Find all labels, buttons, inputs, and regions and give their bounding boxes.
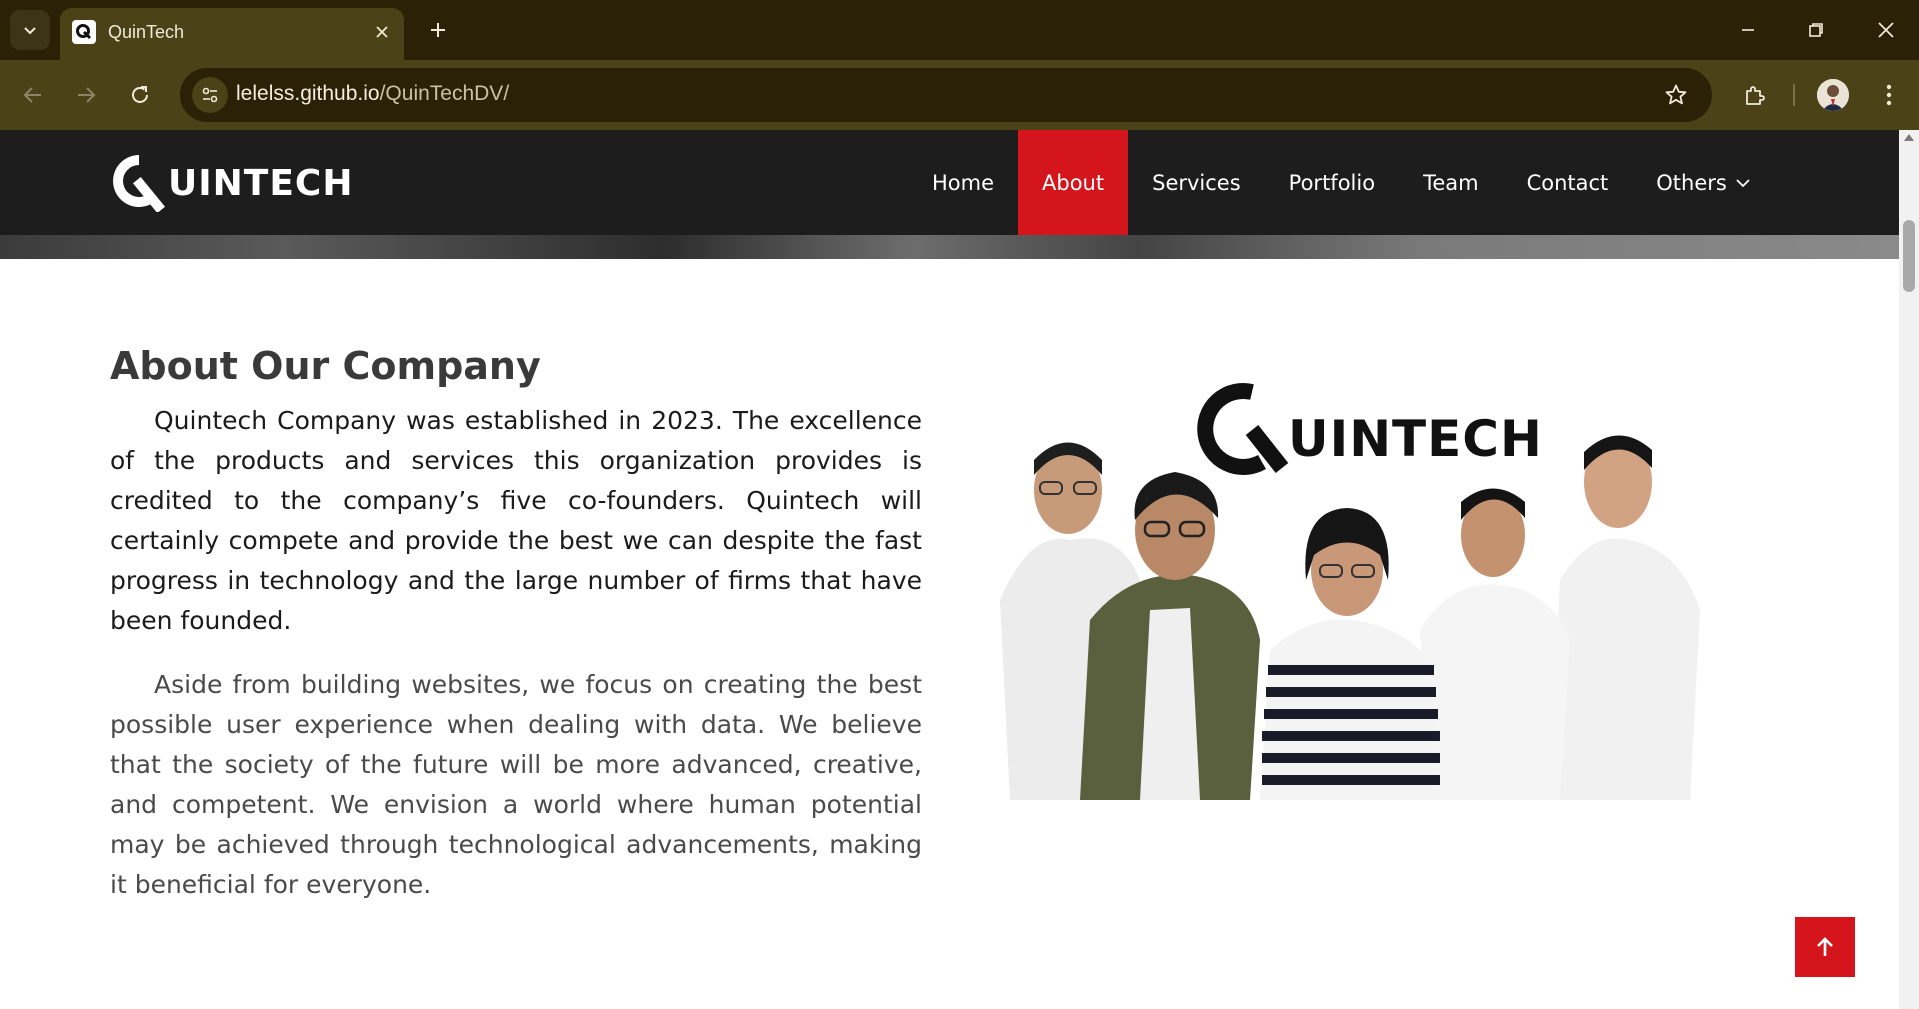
url-path: /QuinTechDV/ [379,82,510,105]
team-photo: UINTECH [990,380,1718,800]
bookmark-button[interactable] [1662,81,1690,109]
nav-contact[interactable]: Contact [1503,130,1633,235]
profile-avatar[interactable] [1817,79,1849,111]
page-scrollbar[interactable] [1899,130,1919,1009]
nav-team[interactable]: Team [1399,130,1503,235]
person-5 [1550,435,1700,800]
logo-text: UINTECH [168,162,354,204]
site-info-button[interactable] [192,77,228,113]
nav-services[interactable]: Services [1128,130,1265,235]
more-vert-icon [1886,84,1892,106]
nav-portfolio[interactable]: Portfolio [1265,130,1399,235]
person-3 [1260,508,1440,800]
address-bar[interactable]: lelelss.github.io/QuinTechDV/ [180,68,1712,122]
nav-others-label: Others [1656,170,1727,195]
scroll-thumb[interactable] [1903,220,1915,292]
about-paragraph-1: Quintech Company was established in 2023… [110,406,922,635]
favicon-icon [72,20,96,44]
site-logo[interactable]: UINTECH [112,154,353,212]
tab-search-button[interactable] [10,10,50,50]
puzzle-icon [1746,86,1765,105]
toolbar-separator [1793,84,1795,106]
nav-others[interactable]: Others [1632,130,1775,235]
reload-icon [132,86,148,103]
minimize-button[interactable] [1722,8,1774,52]
new-tab-button[interactable] [420,12,456,48]
restore-button[interactable] [1790,8,1842,52]
page-viewport: UINTECH Home About Services Portfolio Te… [0,130,1899,1009]
back-to-top-button[interactable] [1795,917,1855,977]
arrow-left-icon [23,87,41,103]
browser-toolbar: lelelss.github.io/QuinTechDV/ [0,60,1919,130]
photo-logo-text: UINTECH [1288,410,1543,468]
forward-button[interactable] [68,77,104,113]
scroll-up-arrow-icon[interactable] [1904,134,1914,141]
arrow-right-icon [78,87,96,103]
arrow-up-icon [1817,937,1833,956]
person-4 [1420,488,1570,800]
url-host: lelelss.github.io [236,82,380,105]
about-paragraph-2: Aside from building websites, we focus o… [110,670,922,899]
main-nav: Home About Services Portfolio Team Conta… [908,130,1775,235]
close-icon [1878,22,1894,38]
about-title: About Our Company [110,344,541,388]
nav-about[interactable]: About [1018,130,1129,235]
logo-q-icon [113,155,166,212]
browser-tab-active[interactable]: QuinTech [60,8,404,60]
plus-icon [431,23,445,37]
avatar-icon [1817,79,1849,111]
nav-home[interactable]: Home [908,130,1018,235]
chevron-down-icon [1735,175,1751,191]
minimize-icon [1742,29,1754,31]
browser-menu-button[interactable] [1871,77,1907,113]
browser-tabstrip: QuinTech [0,0,1919,60]
tune-icon [202,87,218,103]
back-button[interactable] [15,77,51,113]
reload-button[interactable] [122,77,158,113]
star-icon [1665,84,1687,105]
tab-close-button[interactable] [370,20,394,44]
hero-banner-edge [0,235,1899,259]
site-header: UINTECH Home About Services Portfolio Te… [0,130,1899,235]
restore-icon [1809,23,1823,37]
close-icon [376,26,388,38]
tab-title: QuinTech [108,22,185,42]
person-2 [1080,472,1260,800]
extensions-button[interactable] [1737,77,1773,113]
url-text: lelelss.github.io/QuinTechDV/ [236,82,509,106]
photo-logo-q-icon [1197,382,1289,475]
chevron-down-icon [24,27,36,35]
close-window-button[interactable] [1860,8,1912,52]
